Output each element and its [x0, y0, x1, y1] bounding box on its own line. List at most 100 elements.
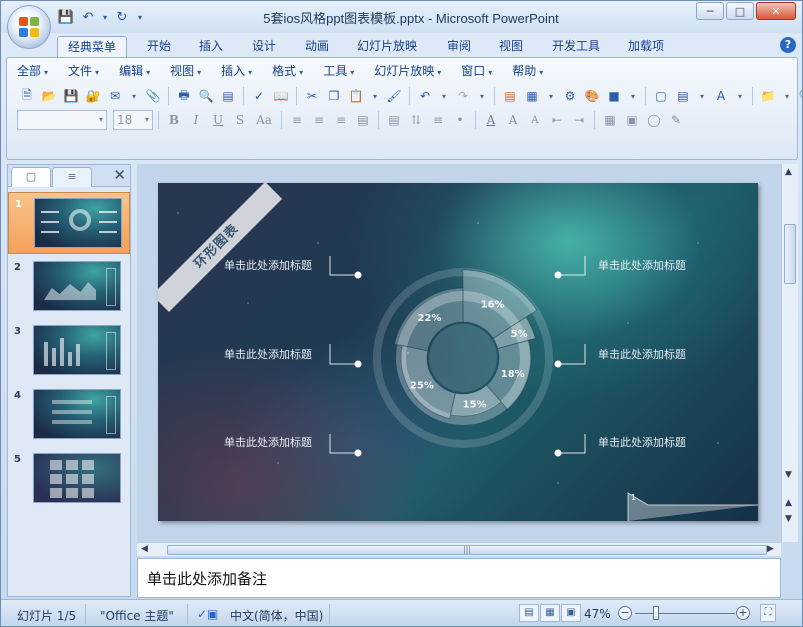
line-spacing-icon[interactable]: ⇅	[406, 110, 426, 130]
scroll-thumb[interactable]: |||	[167, 545, 767, 555]
slide-canvas[interactable]: 16% 5% 18% 15% 25% 22% 环形图表 单击此处添加标题 单击此处添加标题…	[158, 183, 758, 521]
color-dropdown-icon[interactable]: ▾	[626, 86, 640, 106]
tab-slide-show[interactable]: 幻灯片放映	[347, 36, 427, 58]
shape-outline-icon[interactable]: ✎	[666, 110, 686, 130]
tab-home[interactable]: 开始	[137, 36, 181, 58]
textbox-icon[interactable]: A	[711, 86, 731, 106]
menu-all[interactable]: 全部 ▾	[7, 62, 58, 80]
bold-button[interactable]: B	[164, 110, 184, 130]
menu-insert[interactable]: 插入 ▾	[211, 62, 262, 80]
bullets-icon[interactable]: •	[450, 110, 470, 130]
spelling-icon[interactable]: ✓	[249, 86, 269, 106]
undo-dropdown-icon[interactable]: ▾	[437, 86, 451, 106]
normal-view-icon[interactable]: ▤	[519, 604, 539, 622]
shape-fill-icon[interactable]: ◯	[644, 110, 664, 130]
close-button[interactable]: ✕	[756, 2, 796, 20]
scroll-up-icon[interactable]: ▲	[785, 167, 792, 177]
change-case-button[interactable]: Aa	[252, 110, 276, 130]
align-right-icon[interactable]: ≡	[331, 110, 351, 130]
redo-icon[interactable]: ↷	[453, 86, 473, 106]
open-icon[interactable]: 📂	[39, 86, 59, 106]
minimize-button[interactable]: ─	[696, 2, 724, 20]
tab-developer[interactable]: 开发工具	[542, 36, 610, 58]
menu-window[interactable]: 窗口 ▾	[451, 62, 502, 80]
cut-icon[interactable]: ✂	[302, 86, 322, 106]
fit-to-window-icon[interactable]: ⛶	[760, 604, 776, 622]
thesaurus-icon[interactable]: 📖	[271, 86, 291, 106]
save-icon[interactable]: 💾	[57, 8, 75, 26]
scroll-thumb[interactable]	[784, 224, 796, 284]
font-color-icon[interactable]: A	[481, 110, 501, 130]
tab-view[interactable]: 视图	[489, 36, 533, 58]
menu-file[interactable]: 文件 ▾	[58, 62, 109, 80]
close-pane-icon[interactable]: ✕	[113, 166, 126, 184]
permission-icon[interactable]: 🔐	[83, 86, 103, 106]
color-scheme-icon[interactable]: ■	[604, 86, 624, 106]
paste-dropdown-icon[interactable]: ▾	[368, 86, 382, 106]
arrange-icon[interactable]: ▦	[600, 110, 620, 130]
redo-icon[interactable]: ↻	[113, 8, 131, 26]
text-direction-icon[interactable]: ▤	[384, 110, 404, 130]
office-button[interactable]	[7, 5, 51, 49]
slide-show-view-icon[interactable]: ▣	[561, 604, 581, 622]
grow-font-icon[interactable]: A	[503, 110, 523, 130]
tab-outline-icon[interactable]: ≡	[52, 167, 92, 187]
italic-button[interactable]: I	[186, 110, 206, 130]
shadow-button[interactable]: S	[230, 110, 250, 130]
font-size-combobox[interactable]: 18 ▾	[113, 110, 153, 130]
email-dropdown-icon[interactable]: ▾	[127, 86, 141, 106]
redo-dropdown-icon[interactable]: ▾	[475, 86, 489, 106]
help-icon[interactable]: ?	[780, 37, 796, 53]
next-slide-icon[interactable]: ▼	[785, 514, 792, 524]
scroll-left-icon[interactable]: ◀	[141, 544, 148, 554]
increase-indent-icon[interactable]: ⇥	[569, 110, 589, 130]
align-left-icon[interactable]: ≡	[287, 110, 307, 130]
layout-dropdown-icon[interactable]: ▾	[695, 86, 709, 106]
language-indicator[interactable]: 中文(简体，中国)	[230, 607, 323, 624]
tab-design[interactable]: 设计	[242, 36, 286, 58]
spell-check-icon[interactable]: ✓▣	[197, 607, 218, 621]
save-icon[interactable]: 💾	[61, 86, 81, 106]
textbox-dropdown-icon[interactable]: ▾	[733, 86, 747, 106]
tab-add-ins[interactable]: 加载项	[618, 36, 674, 58]
zoom-out-icon[interactable]: −	[618, 606, 632, 620]
tab-classic-menu[interactable]: 经典菜单	[57, 36, 128, 59]
zoom-icon[interactable]: 🔍	[796, 86, 802, 106]
format-painter-icon[interactable]: 🖌	[384, 86, 404, 106]
underline-button[interactable]: U	[208, 110, 228, 130]
zoom-slider-handle[interactable]	[653, 606, 659, 620]
horizontal-scrollbar[interactable]: ◀ ||| ▶	[137, 542, 781, 556]
theme-name[interactable]: "Office 主题"	[100, 607, 174, 624]
print-preview-icon[interactable]: 🔍	[196, 86, 216, 106]
menu-help[interactable]: 帮助 ▾	[502, 62, 553, 80]
qat-customize-icon[interactable]: ▾	[135, 8, 145, 26]
slide-layout-icon[interactable]: ▤	[673, 86, 693, 106]
undo-dropdown-icon[interactable]: ▾	[101, 8, 109, 26]
slide-thumbnail-3[interactable]: 3	[8, 320, 130, 382]
table-dropdown-icon[interactable]: ▾	[544, 86, 558, 106]
print-icon[interactable]: 🖶	[174, 86, 194, 106]
tab-slides-icon[interactable]: ▢	[11, 167, 51, 187]
insert-clipart-icon[interactable]: 🎨	[582, 86, 602, 106]
vertical-scrollbar[interactable]: ▲ ▼ ▲ ▼	[781, 164, 798, 542]
font-name-combobox[interactable]: ▾	[17, 110, 107, 130]
maximize-button[interactable]: □	[726, 2, 754, 20]
menu-format[interactable]: 格式 ▾	[262, 62, 313, 80]
insert-chart-icon[interactable]: ▤	[500, 86, 520, 106]
previous-slide-icon[interactable]: ▲	[785, 498, 792, 508]
quick-styles-icon[interactable]: ▣	[622, 110, 642, 130]
scroll-right-icon[interactable]: ▶	[767, 544, 774, 554]
align-center-icon[interactable]: ≡	[309, 110, 329, 130]
menu-edit[interactable]: 编辑 ▾	[109, 62, 160, 80]
tab-insert[interactable]: 插入	[189, 36, 233, 58]
zoom-in-icon[interactable]: +	[736, 606, 750, 620]
slide-thumbnail-2[interactable]: 2	[8, 256, 130, 318]
tab-animations[interactable]: 动画	[295, 36, 339, 58]
menu-view[interactable]: 视图 ▾	[160, 62, 211, 80]
zoom-level[interactable]: 47%	[584, 607, 611, 621]
research-icon[interactable]: ▤	[218, 86, 238, 106]
paste-icon[interactable]: 📋	[346, 86, 366, 106]
shrink-font-icon[interactable]: A	[525, 110, 545, 130]
insert-table-icon[interactable]: ▦	[522, 86, 542, 106]
copy-icon[interactable]: ❐	[324, 86, 344, 106]
